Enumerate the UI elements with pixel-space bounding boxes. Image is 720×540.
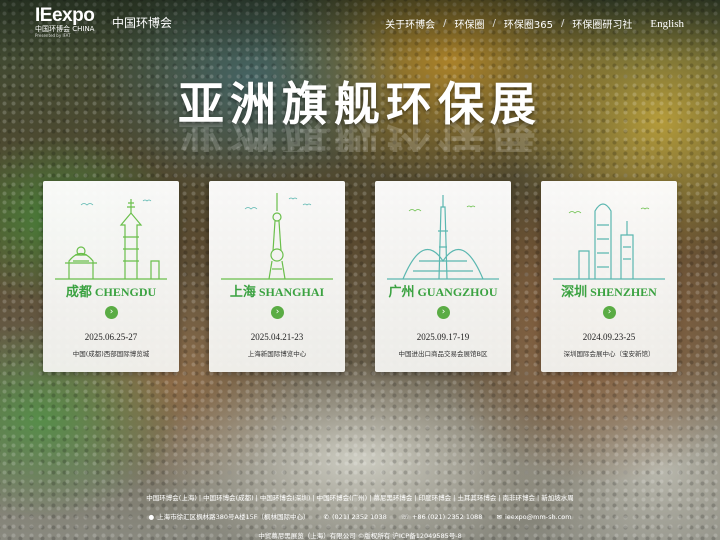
event-date: 2025.04.21-23 [250, 332, 304, 342]
city-card-shenzhen[interactable]: 深圳 SHENZHEN › 2024.09.23-25 深圳国际会展中心（宝安新馆… [541, 181, 677, 372]
footer-link-chengdu[interactable]: 中国环博会(成都) [203, 494, 254, 502]
city-name: 广州 GUANGZHOU [388, 285, 498, 300]
footer-link-india[interactable]: 印度环博会 [419, 494, 452, 502]
arrow-right-icon[interactable]: › [105, 306, 118, 319]
footer-separator: | [369, 494, 372, 502]
shanghai-skyline-icon [221, 193, 333, 280]
phone-icon: ✆ [323, 513, 330, 521]
event-date: 2025.06.25-27 [84, 332, 138, 342]
footer-link-singapore[interactable]: 新加坡水周 [541, 494, 574, 502]
footer: 中国环博会(上海) | 中国环博会(成都) | 中国环博会(深圳) | 中国环博会(广州) |… [0, 492, 720, 540]
city-name: 上海 SHANGHAI [229, 285, 325, 300]
logo-subtitle: 中国环博会 CHINA [35, 25, 95, 33]
footer-separator: | [498, 494, 501, 502]
footer-link-munich[interactable]: 慕尼黑环博会 [373, 494, 412, 502]
chengdu-skyline-icon [55, 199, 167, 280]
footer-contact: ● 上海市徐汇区枫林路380号A楼15F（枫林国际中心） ✆ (021) 2352 … [0, 511, 720, 521]
nav-separator: / [492, 18, 496, 29]
header: IEexpo 中国环博会 CHINA Presented by IFAT 中国环… [0, 0, 720, 40]
footer-separator: | [255, 494, 258, 502]
shenzhen-skyline-icon [553, 203, 665, 280]
footer-link-guangzhou[interactable]: 中国环博会(广州) [317, 494, 368, 502]
event-venue: 中国(成都)西部国际博览城 [72, 350, 150, 358]
logo-wordmark: IEexpo [35, 5, 95, 26]
city-card-shanghai[interactable]: 上海 SHANGHAI › 2025.04.21-23 上海新国际博览中心 [209, 181, 345, 372]
logo-tagline: Presented by IFAT [35, 33, 71, 38]
footer-separator: | [198, 494, 202, 502]
arrow-right-icon[interactable]: › [271, 306, 284, 319]
footer-link-turkey[interactable]: 土耳其环博会 [457, 494, 496, 502]
city-card-guangzhou[interactable]: 广州 GUANGZHOU › 2025.09.17-19 中国进出口商品交易会展馆… [375, 181, 511, 372]
event-venue: 上海新国际博览中心 [247, 350, 307, 358]
guangzhou-skyline-icon [387, 195, 499, 280]
nav-separator: / [443, 18, 447, 29]
city-card-chengdu[interactable]: 成都 CHENGDU › 2025.06.25-27 中国(成都)西部国际博览城 [43, 181, 179, 372]
footer-links: 中国环博会(上海) | 中国环博会(成都) | 中国环博会(深圳) | 中国环博会(广州) |… [0, 492, 720, 502]
footer-separator: | [414, 494, 417, 502]
email-icon: ✉ [496, 513, 502, 521]
event-date: 2024.09.23-25 [582, 332, 636, 342]
nav-huanbaoquan[interactable]: 环保圈 [455, 16, 485, 31]
nav-huanbaoquan-365[interactable]: 环保圈365 [504, 16, 553, 31]
ieexpo-logo[interactable]: IEexpo 中国环博会 CHINA Presented by IFAT [35, 5, 105, 38]
footer-copyright: 中贸慕尼黑展览（上海）有限公司 ©版权所有 沪ICP备12049585号-8 [258, 532, 462, 540]
city-name: 成都 CHENGDU [65, 285, 157, 300]
nav-research-club[interactable]: 环保圈研习社 [572, 16, 632, 31]
arrow-right-icon[interactable]: › [437, 306, 450, 319]
footer-fax: +86 (021) 2352 1088 [411, 513, 483, 521]
location-pin-icon: ● [148, 513, 155, 521]
footer-separator: | [537, 494, 540, 502]
event-venue: 中国进出口商品交易会展馆B区 [398, 350, 488, 358]
nav-about[interactable]: 关于环博会 [385, 16, 435, 31]
top-nav: 关于环博会 / 环保圈 / 环保圈365 / 环保圈研习社 English [385, 16, 684, 32]
city-name: 深圳 SHENZHEN [561, 285, 657, 300]
arrow-right-icon[interactable]: › [603, 306, 616, 319]
footer-link-south-africa[interactable]: 南非环博会 [503, 494, 536, 502]
footer-link-shenzhen[interactable]: 中国环博会(深圳) [260, 494, 311, 502]
footer-address: 上海市徐汇区枫林路380号A楼15F（枫林国际中心） [157, 513, 310, 521]
brand-name: 中国环博会 [112, 16, 173, 30]
language-switch-english[interactable]: English [650, 18, 684, 30]
footer-separator: | [312, 494, 315, 502]
footer-link-shanghai[interactable]: 中国环博会(上海) [146, 494, 197, 502]
footer-email[interactable]: ieexpo@mm-sh.com [505, 513, 572, 521]
footer-separator: | [453, 494, 456, 502]
footer-phone: (021) 2352 1038 [332, 513, 387, 521]
hero-title: 亚洲旗舰环保展 [178, 77, 542, 131]
fax-icon: ☏ [400, 513, 409, 521]
event-venue: 深圳国际会展中心（宝安新馆） [563, 350, 655, 358]
event-date: 2025.09.17-19 [416, 332, 470, 342]
nav-separator: / [561, 18, 565, 29]
